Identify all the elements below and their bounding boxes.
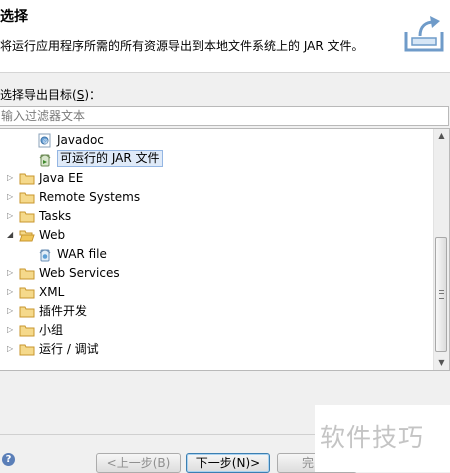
next-button[interactable]: 下一步(N)> [186,453,270,473]
page-description: 将运行应用程序所需的所有资源导出到本地文件系统上的 JAR 文件。 [0,39,364,53]
folder-open-icon [19,230,35,242]
war-file-icon [39,249,51,262]
tree-item-label: Javadoc [57,133,104,147]
tree-item-label: Web [39,228,66,242]
tree-item-label: Remote Systems [39,190,141,204]
scroll-down-arrow-icon[interactable]: ▼ [434,356,449,370]
help-icon[interactable]: ? [2,453,15,466]
folder-icon [19,211,35,223]
scrollbar-thumb[interactable] [435,237,447,352]
collapse-arrow-icon[interactable]: ◢ [7,231,15,239]
tree-item-label: WAR file [57,247,107,261]
folder-icon [19,173,35,185]
expand-arrow-icon[interactable]: ▷ [7,345,15,353]
jar-file-icon [39,154,51,167]
scroll-up-arrow-icon[interactable]: ▲ [434,129,449,143]
folder-icon [19,268,35,280]
wizard-header: 选择 将运行应用程序所需的所有资源导出到本地文件系统上的 JAR 文件。 [0,0,450,73]
back-button[interactable]: <上一步(B) [96,453,181,473]
export-wizard-icon [404,16,444,52]
folder-icon [19,306,35,318]
expand-arrow-icon[interactable]: ▷ [7,269,15,277]
page-title: 选择 [0,9,28,25]
tree-item-label: Java EE [39,171,84,185]
javadoc-icon: @ [38,133,51,148]
folder-icon [19,287,35,299]
tree-item-label: 可运行的 JAR 文件 [57,150,163,167]
tree-item-label: 小组 [39,323,64,337]
expand-arrow-icon[interactable]: ▷ [7,212,15,220]
grip-icon [439,290,444,299]
folder-icon [19,192,35,204]
expand-arrow-icon[interactable]: ▷ [7,193,15,201]
tree-scrollbar[interactable]: ▲ ▼ [433,129,449,370]
tree-item-label: 运行 / 调试 [39,342,99,356]
folder-icon [19,344,35,356]
tree-item-label: XML [39,285,65,299]
folder-icon [19,325,35,337]
tree-item-label: 插件开发 [39,304,88,318]
svg-text:@: @ [43,139,48,145]
watermark-text: 软件技巧 [320,423,425,452]
expand-arrow-icon[interactable]: ▷ [7,288,15,296]
selection-label: 选择导出目标(S)： [0,88,101,102]
expand-arrow-icon[interactable]: ▷ [7,326,15,334]
tree-item-label: Web Services [39,266,120,280]
filter-input[interactable] [0,106,449,126]
tree-item-label: Tasks [39,209,72,223]
expand-arrow-icon[interactable]: ▷ [7,307,15,315]
expand-arrow-icon[interactable]: ▷ [7,174,15,182]
export-target-tree[interactable]: @ Javadoc 可运行的 JAR 文件 ▷ Java EE ▷ Remote… [0,128,450,371]
